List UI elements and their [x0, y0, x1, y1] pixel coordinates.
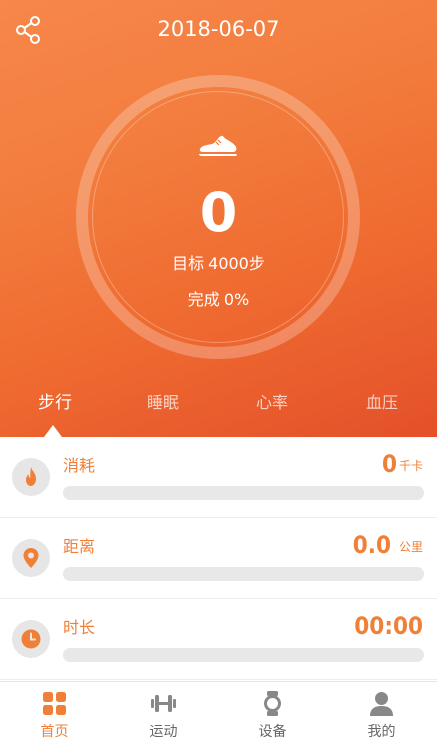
metric-distance[interactable]: 距离 0.0 公里 — [0, 518, 437, 599]
nav-label: 设备 — [258, 724, 287, 740]
home-grid-icon — [43, 692, 66, 715]
metric-label: 消耗 — [63, 456, 96, 475]
step-goal[interactable]: 目标 4000步 — [0, 252, 437, 276]
nav-item-sport[interactable]: 运动 — [109, 682, 218, 748]
nav-label: 我的 — [367, 724, 396, 740]
bottom-nav: 首页 运动 设备 我的 — [0, 681, 437, 748]
dumbbell-icon — [151, 695, 176, 712]
metric-calories[interactable]: 消耗 0 千卡 — [0, 437, 437, 518]
tab-heart-rate[interactable]: 心率 — [232, 388, 312, 418]
clock-icon — [21, 629, 41, 649]
watch-icon — [264, 691, 281, 716]
metric-duration[interactable]: 时长 00:00 — [0, 599, 437, 680]
progress-bar — [63, 648, 424, 662]
metric-unit: 公里 — [398, 540, 423, 554]
completion-label: 完成 — [187, 290, 220, 309]
metric-label: 距离 — [63, 537, 96, 556]
nav-label: 首页 — [40, 724, 69, 740]
date-title[interactable]: 2018-06-07 — [0, 14, 437, 44]
tab-sleep[interactable]: 睡眠 — [123, 388, 203, 418]
nav-item-profile[interactable]: 我的 — [327, 682, 436, 748]
metric-label: 时长 — [63, 618, 96, 637]
metric-value: 0.0 — [352, 531, 391, 559]
goal-label: 目标 — [172, 254, 205, 273]
metric-value: 0 — [381, 450, 397, 478]
steps-count: 0 — [199, 181, 238, 244]
nav-item-device[interactable]: 设备 — [218, 682, 327, 748]
flame-icon-badge — [12, 458, 50, 496]
metric-value: 00:00 — [354, 612, 423, 640]
flame-icon — [26, 467, 36, 486]
nav-item-home[interactable]: 首页 — [0, 682, 109, 748]
location-pin-icon — [23, 548, 39, 568]
progress-bar — [63, 567, 424, 581]
shoe-icon — [199, 135, 237, 156]
tab-walking[interactable]: 步行 — [15, 388, 95, 418]
completion: 完成 0% — [0, 288, 437, 312]
tab-blood-pressure[interactable]: 血压 — [342, 388, 422, 418]
hero-panel: 2018-06-07 0 目标 4000步 完成 0% 步行 睡眠 心率 血压 — [0, 0, 437, 437]
location-pin-icon-badge — [12, 539, 50, 577]
user-icon — [370, 692, 393, 716]
nav-label: 运动 — [149, 724, 178, 740]
active-tab-indicator — [44, 425, 62, 437]
metric-unit: 千卡 — [398, 459, 423, 473]
goal-value: 4000步 — [208, 254, 265, 273]
clock-icon-badge — [12, 620, 50, 658]
progress-bar — [63, 486, 424, 500]
category-tabs: 步行 睡眠 心率 血压 — [0, 388, 437, 428]
completion-value: 0% — [223, 290, 250, 309]
